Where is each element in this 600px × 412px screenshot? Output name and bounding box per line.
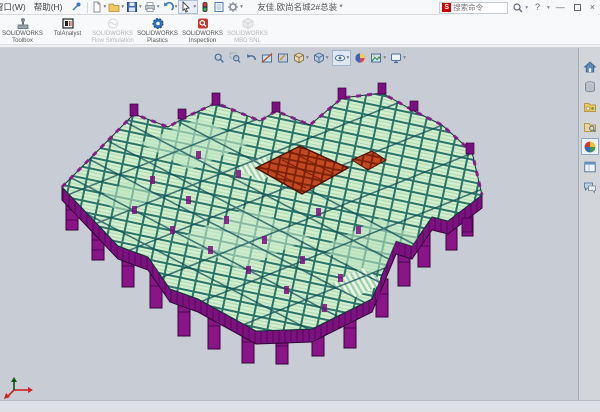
- menu-window[interactable]: 窗口(W): [0, 1, 30, 13]
- model-canvas[interactable]: [0, 48, 600, 400]
- zoom-to-fit-icon[interactable]: [212, 51, 226, 65]
- ribbon-button-label: TolAnalyst: [45, 31, 90, 38]
- dropdown-arrow-icon: ▾: [104, 4, 107, 10]
- close-button[interactable]: ×: [587, 0, 598, 15]
- dropdown-arrow-icon: ▾: [121, 4, 124, 10]
- file-explorer-icon[interactable]: [581, 118, 599, 135]
- command-search-input[interactable]: [453, 3, 505, 12]
- dropdown-arrow-icon: ▾: [240, 4, 243, 10]
- model-3d[interactable]: [60, 48, 500, 400]
- ribbon-button-label: SOLIDWORKS Inspection: [180, 31, 225, 44]
- ribbon-button-inspection[interactable]: SOLIDWORKS Inspection: [180, 15, 225, 44]
- dropdown-arrow-icon: ▾: [157, 4, 160, 10]
- display-style-icon[interactable]: ▾: [312, 51, 330, 65]
- ribbon-button-label: SOLIDWORKS Flow Simulation: [90, 31, 135, 44]
- section-view-icon[interactable]: [260, 51, 274, 65]
- dropdown-arrow-icon: ▾: [193, 4, 196, 10]
- command-search-box: S: [439, 2, 508, 14]
- select-cursor-icon[interactable]: ▾: [178, 0, 198, 14]
- minimize-button[interactable]: —: [553, 0, 568, 15]
- ribbon-button-plastics[interactable]: SOLIDWORKS Plastics: [135, 15, 180, 44]
- plastics-icon: [135, 17, 180, 30]
- help-button[interactable]: ?: [532, 0, 543, 15]
- graphics-viewport[interactable]: ▾ ▾ ▾ ▾ ▾: [0, 48, 600, 400]
- zoom-to-area-icon[interactable]: [228, 51, 242, 65]
- tolanalyst-icon: [45, 17, 90, 30]
- custom-properties-icon[interactable]: [581, 158, 599, 175]
- ribbon-bottom-strip: [0, 45, 600, 48]
- ribbon-button-flow-simulation: SOLIDWORKS Flow Simulation: [90, 15, 135, 44]
- origin-triad: [4, 377, 33, 399]
- inspection-icon: [180, 17, 225, 30]
- headsup-view-toolbar: ▾ ▾ ▾ ▾ ▾: [212, 50, 407, 66]
- ribbon-button-toolbox[interactable]: SOLIDWORKS Toolbox: [0, 15, 45, 44]
- dropdown-arrow-icon: ▾: [306, 55, 309, 61]
- toolbox-icon: [0, 17, 45, 30]
- view-settings-icon[interactable]: ▾: [389, 51, 407, 65]
- save-icon[interactable]: ▾: [125, 0, 143, 14]
- restore-button[interactable]: [574, 4, 581, 11]
- previous-view-icon[interactable]: [244, 51, 258, 65]
- rebuild-icon[interactable]: [198, 0, 212, 14]
- titlebar-right: S ▾ ? ▾ — ×: [439, 0, 598, 15]
- ribbon-button-mbd-snl: SOLIDWORKS MBD SNL: [225, 15, 270, 44]
- dropdown-arrow-icon: ▾: [139, 4, 142, 10]
- appearances-scenes-icon[interactable]: [581, 138, 599, 155]
- open-file-icon[interactable]: ▾: [107, 0, 125, 14]
- solidworks-resources-icon[interactable]: [581, 78, 599, 95]
- status-bar: [0, 400, 600, 412]
- quick-access-toolbar: ▾ ▾ ▾ ▾ ▾ ▾: [90, 0, 244, 15]
- mbd-snl-icon: [225, 17, 270, 30]
- ribbon-button-tolanalyst[interactable]: TolAnalyst: [45, 15, 90, 38]
- apply-scene-icon[interactable]: ▾: [369, 51, 387, 65]
- dropdown-arrow-icon: ▾: [383, 55, 386, 61]
- options-gear-icon[interactable]: ▾: [226, 0, 244, 14]
- view-orientation-icon[interactable]: ▾: [292, 51, 310, 65]
- dropdown-arrow-icon: ▾: [326, 55, 329, 61]
- hide-show-items-icon[interactable]: ▾: [332, 50, 352, 66]
- commandmanager-ribbon: SOLIDWORKS Toolbox TolAnalyst SOLIDWORKS…: [0, 15, 600, 45]
- ribbon-button-label: SOLIDWORKS Plastics: [135, 31, 180, 44]
- task-pane: [578, 48, 600, 400]
- design-library-icon[interactable]: [581, 98, 599, 115]
- dropdown-arrow-icon: ▾: [175, 4, 178, 10]
- search-magnifier-icon[interactable]: ▾: [511, 1, 529, 15]
- home-icon[interactable]: [581, 58, 599, 75]
- solidworks-window: 窗口(W) 帮助(H) ▾ ▾ ▾ ▾: [0, 0, 600, 412]
- pin-menu-icon[interactable]: [70, 1, 82, 13]
- dropdown-arrow-icon: ▾: [403, 55, 406, 61]
- dropdown-arrow-icon: ▾: [547, 5, 550, 11]
- undo-icon[interactable]: ▾: [161, 0, 179, 14]
- flow-simulation-icon: [90, 17, 135, 30]
- dropdown-arrow-icon: ▾: [347, 55, 350, 61]
- divider: [87, 2, 88, 13]
- print-icon[interactable]: ▾: [143, 0, 161, 14]
- annotation-view-icon[interactable]: [276, 51, 290, 65]
- titlebar: 窗口(W) 帮助(H) ▾ ▾ ▾ ▾: [0, 0, 600, 15]
- dropdown-arrow-icon: ▾: [525, 5, 528, 11]
- new-file-icon[interactable]: ▾: [90, 0, 108, 14]
- ribbon-button-label: SOLIDWORKS MBD SNL: [225, 31, 270, 44]
- solidworks-logo-icon: S: [442, 3, 451, 12]
- file-properties-icon[interactable]: [212, 0, 226, 14]
- ribbon-button-label: SOLIDWORKS Toolbox: [0, 31, 45, 44]
- solidworks-forum-icon[interactable]: [581, 178, 599, 195]
- menu-help[interactable]: 帮助(H): [30, 1, 67, 13]
- edit-appearance-icon[interactable]: [353, 51, 367, 65]
